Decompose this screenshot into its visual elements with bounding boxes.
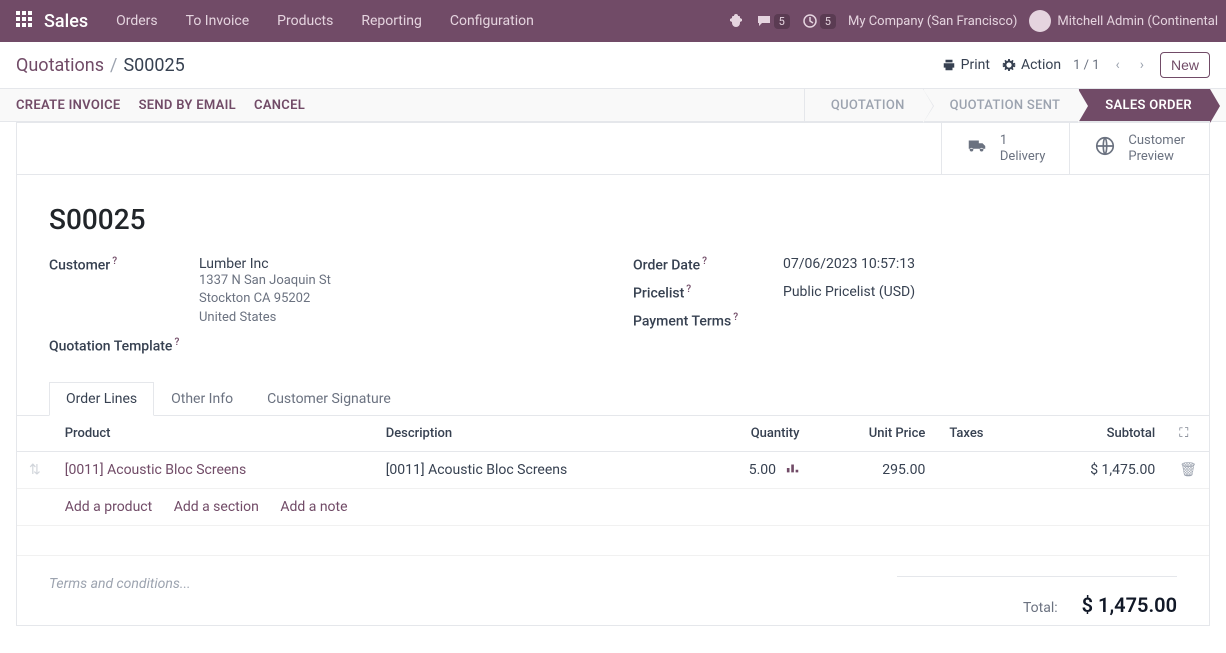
action-button[interactable]: Action <box>1002 57 1061 73</box>
order-date-field[interactable]: 07/06/2023 10:57:13 <box>783 256 1177 274</box>
user-menu[interactable]: Mitchell Admin (Continental <box>1029 10 1218 32</box>
address-line-2: Stockton CA 95202 <box>199 290 593 308</box>
messages-icon[interactable]: 5 <box>756 13 790 29</box>
pager-prev-icon[interactable]: ‹ <box>1112 57 1124 73</box>
pricelist-label: Pricelist? <box>633 284 783 302</box>
tab-customer-signature[interactable]: Customer Signature <box>250 382 408 416</box>
stage-sales-order[interactable]: SALES ORDER <box>1078 89 1210 121</box>
stage-quotation-sent[interactable]: QUOTATION SENT <box>923 89 1079 121</box>
activities-icon[interactable]: 5 <box>802 13 836 29</box>
delivery-count: 1 <box>1000 133 1046 149</box>
customer-preview-button[interactable]: Customer Preview <box>1069 123 1209 174</box>
tab-order-lines[interactable]: Order Lines <box>49 382 154 416</box>
quotation-template-label: Quotation Template? <box>49 337 199 355</box>
cancel-button[interactable]: CANCEL <box>254 98 305 113</box>
delete-row-icon[interactable]: 🗑 <box>1167 452 1209 489</box>
apps-icon[interactable] <box>16 11 36 31</box>
print-label: Print <box>961 57 990 73</box>
truck-icon <box>966 135 988 162</box>
col-quantity: Quantity <box>695 416 812 452</box>
add-product-link[interactable]: Add a product <box>65 499 152 515</box>
pager-next-icon[interactable]: › <box>1136 57 1148 73</box>
col-options[interactable]: ⛶ <box>1167 416 1209 452</box>
drag-handle-icon[interactable]: ⇅ <box>17 452 53 489</box>
nav-reporting[interactable]: Reporting <box>349 5 434 37</box>
pager: 1 / 1 <box>1073 58 1099 73</box>
breadcrumb-current: S00025 <box>123 55 184 76</box>
sliders-icon[interactable]: ⛶ <box>1179 426 1188 441</box>
order-date-label: Order Date? <box>633 256 783 274</box>
tabs: Order Lines Other Info Customer Signatur… <box>17 382 1209 416</box>
terms-input[interactable]: Terms and conditions... <box>49 576 897 592</box>
action-label: Action <box>1021 57 1061 73</box>
user-name: Mitchell Admin (Continental <box>1057 14 1218 29</box>
address-line-3: United States <box>199 309 593 327</box>
nav-to-invoice[interactable]: To Invoice <box>174 5 262 37</box>
control-panel: Quotations / S00025 Print Action 1 / 1 ‹… <box>0 42 1226 88</box>
row-unit-price[interactable]: 295.00 <box>812 452 938 489</box>
new-button[interactable]: New <box>1160 52 1210 78</box>
row-quantity[interactable]: 5.00 <box>695 452 812 489</box>
preview-label-1: Customer <box>1128 133 1185 149</box>
brand-label[interactable]: Sales <box>44 11 88 32</box>
company-switcher[interactable]: My Company (San Francisco) <box>848 14 1017 29</box>
total-amount: $ 1,475.00 <box>1082 593 1177 617</box>
delivery-label: Delivery <box>1000 149 1046 165</box>
pricelist-field[interactable]: Public Pricelist (USD) <box>783 284 1177 302</box>
stage-quotation[interactable]: QUOTATION <box>804 89 923 121</box>
nav-orders[interactable]: Orders <box>104 5 170 37</box>
quotation-template-field[interactable] <box>199 337 593 355</box>
nav-products[interactable]: Products <box>265 5 345 37</box>
col-subtotal: Subtotal <box>1028 416 1167 452</box>
payment-terms-label: Payment Terms? <box>633 312 783 330</box>
row-taxes[interactable] <box>937 452 1028 489</box>
avatar <box>1029 10 1051 32</box>
col-unit-price: Unit Price <box>812 416 938 452</box>
nav-configuration[interactable]: Configuration <box>438 5 546 37</box>
delivery-stat-button[interactable]: 1 Delivery <box>941 123 1070 174</box>
topbar: Sales Orders To Invoice Products Reporti… <box>0 0 1226 42</box>
table-row[interactable]: ⇅ [0011] Acoustic Bloc Screens [0011] Ac… <box>17 452 1209 489</box>
form-sheet: 1 Delivery Customer Preview S00025 Custo… <box>16 122 1210 626</box>
payment-terms-field[interactable] <box>783 312 1177 330</box>
forecast-icon[interactable] <box>786 462 800 478</box>
total-label: Total: <box>1023 600 1058 616</box>
globe-icon <box>1094 135 1116 162</box>
row-description[interactable]: [0011] Acoustic Bloc Screens <box>374 452 695 489</box>
activities-count: 5 <box>820 14 836 29</box>
totals: Total: $ 1,475.00 <box>897 576 1177 617</box>
print-button[interactable]: Print <box>942 57 990 73</box>
gear-icon <box>1002 58 1016 72</box>
send-by-email-button[interactable]: SEND BY EMAIL <box>139 98 236 113</box>
print-icon <box>942 58 956 72</box>
customer-field[interactable]: Lumber Inc <box>199 256 593 272</box>
statusbar: CREATE INVOICE SEND BY EMAIL CANCEL QUOT… <box>0 88 1226 122</box>
tab-other-info[interactable]: Other Info <box>154 382 250 416</box>
breadcrumb-sep: / <box>110 55 117 76</box>
add-row: Add a product Add a section Add a note <box>17 489 1209 526</box>
button-box: 1 Delivery Customer Preview <box>17 123 1209 175</box>
preview-label-2: Preview <box>1128 149 1185 165</box>
page-title: S00025 <box>17 175 1209 246</box>
col-taxes: Taxes <box>937 416 1028 452</box>
create-invoice-button[interactable]: CREATE INVOICE <box>16 98 121 113</box>
bug-icon[interactable] <box>728 13 744 29</box>
address-line-1: 1337 N San Joaquin St <box>199 272 593 290</box>
top-nav: Orders To Invoice Products Reporting Con… <box>104 5 546 37</box>
add-note-link[interactable]: Add a note <box>280 499 347 515</box>
breadcrumb-root[interactable]: Quotations <box>16 55 104 76</box>
col-description: Description <box>374 416 695 452</box>
row-subtotal: $ 1,475.00 <box>1028 452 1167 489</box>
row-product[interactable]: [0011] Acoustic Bloc Screens <box>53 452 374 489</box>
messages-count: 5 <box>774 14 790 29</box>
col-handle <box>17 416 53 452</box>
order-lines-table: Product Description Quantity Unit Price … <box>17 416 1209 556</box>
customer-label: Customer? <box>49 256 199 327</box>
col-product: Product <box>53 416 374 452</box>
add-section-link[interactable]: Add a section <box>174 499 259 515</box>
